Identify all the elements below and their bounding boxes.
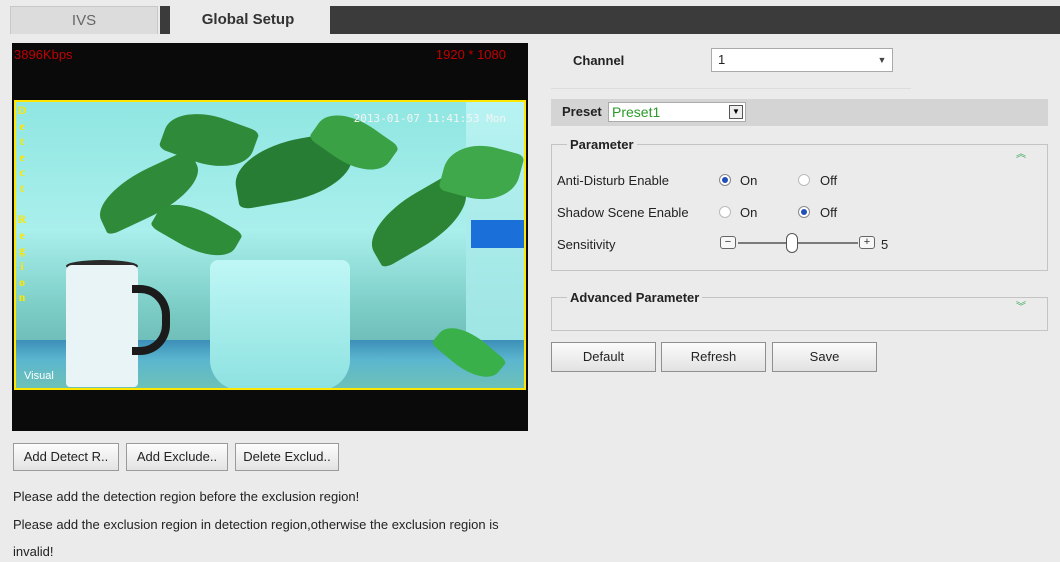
chevron-down-icon: ▼ xyxy=(877,55,887,65)
parameter-title: Parameter xyxy=(567,137,637,152)
double-chevron-up-icon[interactable]: ︽ xyxy=(1016,150,1026,160)
shadow-scene-label: Shadow Scene Enable xyxy=(557,205,689,220)
add-exclude-region-button[interactable]: Add Exclude.. xyxy=(126,443,228,471)
double-chevron-down-icon[interactable]: ︾ xyxy=(1016,303,1026,313)
preset-select[interactable]: Preset1 ▼ xyxy=(608,102,746,122)
preset-label: Preset xyxy=(562,104,602,119)
tab-separator xyxy=(160,6,170,34)
anti-disturb-on-label: On xyxy=(740,173,758,188)
anti-disturb-off-label: Off xyxy=(820,173,838,188)
channel-label: Channel xyxy=(573,53,625,68)
region-label-letter: c xyxy=(19,165,25,180)
note-text: Please add the detection region before t… xyxy=(13,489,360,504)
channel-value: 1 xyxy=(718,52,726,67)
channel-select[interactable]: 1 ▼ xyxy=(711,48,893,72)
shadow-scene-on-radio[interactable] xyxy=(719,206,731,218)
preset-value: Preset1 xyxy=(612,104,661,120)
bitrate-osd: 3896Kbps xyxy=(14,47,73,62)
shadow-scene-off-radio[interactable] xyxy=(798,206,810,218)
refresh-button[interactable]: Refresh xyxy=(661,342,766,372)
region-label-letter: D xyxy=(17,103,27,117)
note-text: Please add the exclusion region in detec… xyxy=(13,517,499,532)
detect-region-label: Detect Region xyxy=(16,103,28,306)
region-label-letter xyxy=(16,197,28,213)
anti-disturb-on-radio[interactable] xyxy=(719,174,731,186)
anti-disturb-off-radio[interactable] xyxy=(798,174,810,186)
divider xyxy=(551,88,911,89)
delete-exclude-region-button[interactable]: Delete Exclud.. xyxy=(235,443,339,471)
region-label-letter: o xyxy=(19,274,25,289)
region-label-letter: e xyxy=(19,118,25,133)
region-label-letter: e xyxy=(19,227,25,242)
plus-icon[interactable]: + xyxy=(859,236,875,249)
tab-ivs[interactable]: IVS xyxy=(10,6,158,34)
resolution-osd: 1920 * 1080 xyxy=(435,47,506,62)
region-label-letter: n xyxy=(18,290,26,305)
video-preview[interactable]: 3896Kbps 1920 * 1080 2013-01-07 11:41:53… xyxy=(12,43,528,431)
chevron-down-icon: ▼ xyxy=(729,105,743,119)
advanced-parameter-title: Advanced Parameter xyxy=(567,290,703,305)
tab-global-setup[interactable]: Global Setup xyxy=(170,6,326,34)
tab-bar: IVS Global Setup xyxy=(0,0,1060,34)
sensitivity-slider-thumb[interactable] xyxy=(786,233,798,253)
tab-bar-background xyxy=(330,6,1060,34)
sensitivity-value: 5 xyxy=(881,237,889,252)
region-label-letter: R xyxy=(17,212,27,227)
region-label-letter: t xyxy=(20,134,24,149)
visual-tag: Visual xyxy=(24,370,54,382)
region-label-letter: i xyxy=(20,258,24,273)
anti-disturb-label: Anti-Disturb Enable xyxy=(557,173,669,188)
shadow-scene-off-label: Off xyxy=(820,205,838,220)
detect-region-box[interactable] xyxy=(14,100,526,390)
region-label-letter: g xyxy=(19,243,25,258)
sensitivity-slider-track[interactable] xyxy=(738,242,858,244)
region-label-letter: e xyxy=(19,149,25,164)
save-button[interactable]: Save xyxy=(772,342,877,372)
sensitivity-label: Sensitivity xyxy=(557,237,616,252)
shadow-scene-on-label: On xyxy=(740,205,758,220)
default-button[interactable]: Default xyxy=(551,342,656,372)
note-text: invalid! xyxy=(13,544,54,559)
minus-icon[interactable]: − xyxy=(720,236,736,249)
region-label-letter: t xyxy=(20,180,24,195)
add-detect-region-button[interactable]: Add Detect R.. xyxy=(13,443,119,471)
